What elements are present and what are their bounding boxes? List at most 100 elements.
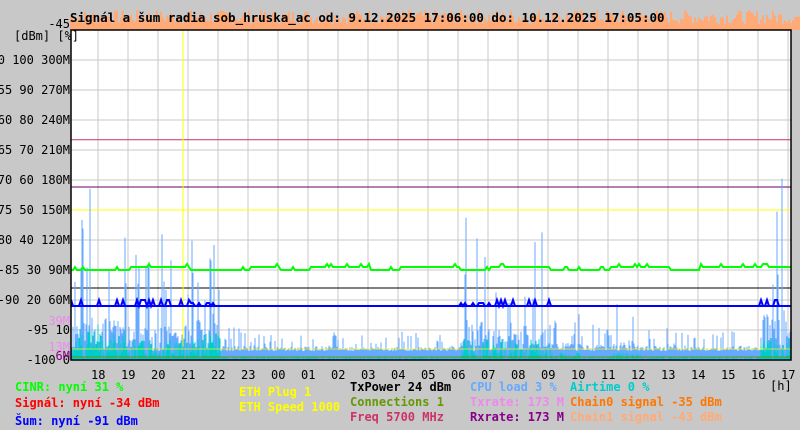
chain1-signal-bar xyxy=(712,14,714,30)
chain1-signal-bar xyxy=(794,17,796,30)
x-tick-label: 21 xyxy=(181,368,196,382)
chain1-signal-bar xyxy=(750,12,752,30)
chain1-signal-bar xyxy=(784,20,786,30)
y-tick-label: -75 50 150M xyxy=(0,203,70,217)
legend-connections: Connections 1 xyxy=(350,395,444,409)
chain1-signal-bar xyxy=(726,15,728,30)
chain1-signal-bar xyxy=(708,20,710,30)
chain1-signal-bar xyxy=(764,23,766,30)
rate-tick-label: 39M xyxy=(48,314,70,328)
chain1-signal-bar xyxy=(744,23,746,30)
chain1-signal-bar xyxy=(772,10,774,30)
y-axis-unit: [dBm] [%] xyxy=(14,29,80,43)
chain1-signal-bar xyxy=(766,15,768,30)
chain1-signal-bar xyxy=(674,20,676,30)
x-tick-label: 01 xyxy=(301,368,316,382)
rate-tick-label: 6M xyxy=(55,349,70,363)
x-tick-label: 06 xyxy=(451,368,466,382)
chain1-signal-bar xyxy=(694,17,696,30)
chain1-signal-bar xyxy=(768,18,770,30)
legend-freq: Freq 5700 MHz xyxy=(350,410,444,424)
chain1-signal-bar xyxy=(736,14,738,30)
chain1-signal-bar xyxy=(718,23,720,30)
chain1-signal-bar xyxy=(730,22,732,30)
chain1-signal-bar xyxy=(678,23,680,30)
chart-canvas xyxy=(70,10,800,361)
chain1-signal-bar xyxy=(758,23,760,30)
x-tick-label: 22 xyxy=(211,368,226,382)
chain1-signal-bar xyxy=(742,21,744,30)
chain1-signal-bar xyxy=(754,16,756,30)
y-tick-label: -65 70 210M xyxy=(0,143,70,157)
legend-cpu: CPU load 3 % xyxy=(470,380,557,394)
legend-chain0: Chain0 signal -35 dBm xyxy=(570,395,722,409)
chain1-signal-bar xyxy=(706,16,708,30)
chain1-signal-bar xyxy=(704,16,706,30)
chain1-signal-bar xyxy=(792,20,794,30)
chain1-signal-bar xyxy=(780,14,782,30)
y-tick-label: -90 20 60M xyxy=(0,293,70,307)
x-tick-label: 16 xyxy=(751,368,766,382)
chain1-signal-bar xyxy=(776,21,778,30)
chain1-signal-bar xyxy=(788,19,790,30)
legend-chain1: Chain1 signal -43 dBm xyxy=(570,410,722,424)
chain1-signal-bar xyxy=(732,19,734,30)
legend-eth-speed: ETH Speed 1000 xyxy=(239,400,341,414)
legend-eth-plug: ETH Plug 1 xyxy=(239,385,312,399)
chain1-signal-bar xyxy=(688,15,690,30)
chain1-signal-bar xyxy=(700,19,702,30)
chain1-signal-bar xyxy=(796,16,798,30)
x-tick-label: 02 xyxy=(331,368,346,382)
x-axis-unit: [h] xyxy=(770,379,792,393)
chain1-signal-bar xyxy=(782,23,784,30)
chain1-signal-bar xyxy=(786,22,788,30)
chain1-signal-bar xyxy=(686,12,688,31)
chain1-signal-bar xyxy=(676,20,678,30)
y-tick-label: -45 xyxy=(48,17,70,31)
chain1-signal-bar xyxy=(770,19,772,30)
chain1-signal-bar xyxy=(720,17,722,30)
chain1-signal-bar xyxy=(728,22,730,30)
x-tick-label: 14 xyxy=(691,368,706,382)
chain1-signal-bar xyxy=(696,21,698,30)
chain1-signal-bar xyxy=(690,16,692,30)
chain1-signal-bar xyxy=(774,15,776,30)
chain1-signal-bar xyxy=(716,22,718,30)
x-tick-label: 00 xyxy=(271,368,286,382)
x-tick-label: 15 xyxy=(721,368,736,382)
chain1-signal-bar xyxy=(684,10,686,30)
chain1-signal-bar xyxy=(710,15,712,30)
chain1-signal-bar xyxy=(778,14,780,30)
chain1-signal-bar xyxy=(752,13,754,30)
chain1-signal-bar xyxy=(790,23,792,30)
chart-title: Signál a šum radia sob_hruska_ac od: 9.1… xyxy=(70,10,665,25)
chain1-signal-bar xyxy=(722,17,724,30)
chain1-signal-bar xyxy=(756,11,758,30)
chain1-signal-bar xyxy=(668,22,670,30)
legend-noise: Šum: nyní -91 dBm xyxy=(15,414,138,428)
legend-airtime: Airtime 0 % xyxy=(570,380,650,394)
chain1-signal-bar xyxy=(670,11,672,31)
chain1-signal-bar xyxy=(666,17,668,30)
legend-txrate: Txrate: 173 M xyxy=(470,395,564,409)
y-tick-label: -55 90 270M xyxy=(0,83,70,97)
y-tick-label: -80 40 120M xyxy=(0,233,70,247)
chain1-signal-bar xyxy=(714,17,716,30)
plot-area xyxy=(71,30,791,360)
legend-rxrate: Rxrate: 173 M xyxy=(470,410,564,424)
chain1-signal-bar xyxy=(762,15,764,30)
chain1-signal-bar xyxy=(672,19,674,30)
chain1-signal-bar xyxy=(746,12,748,30)
legend-txpower: TxPower 24 dBm xyxy=(350,380,452,394)
y-tick-label: -50 100 300M xyxy=(0,53,70,67)
legend-signal: Signál: nyní -34 dBm xyxy=(15,396,160,410)
chain1-signal-bar xyxy=(760,19,762,30)
chain1-signal-bar xyxy=(680,19,682,30)
chain1-signal-bar xyxy=(682,19,684,30)
legend-cinr: CINR: nyní 31 % xyxy=(15,380,124,394)
x-tick-label: 13 xyxy=(661,368,676,382)
chain1-signal-bar xyxy=(702,20,704,30)
chain1-signal-bar xyxy=(724,23,726,30)
y-tick-label: -60 80 240M xyxy=(0,113,70,127)
chain1-signal-bar xyxy=(698,17,700,30)
